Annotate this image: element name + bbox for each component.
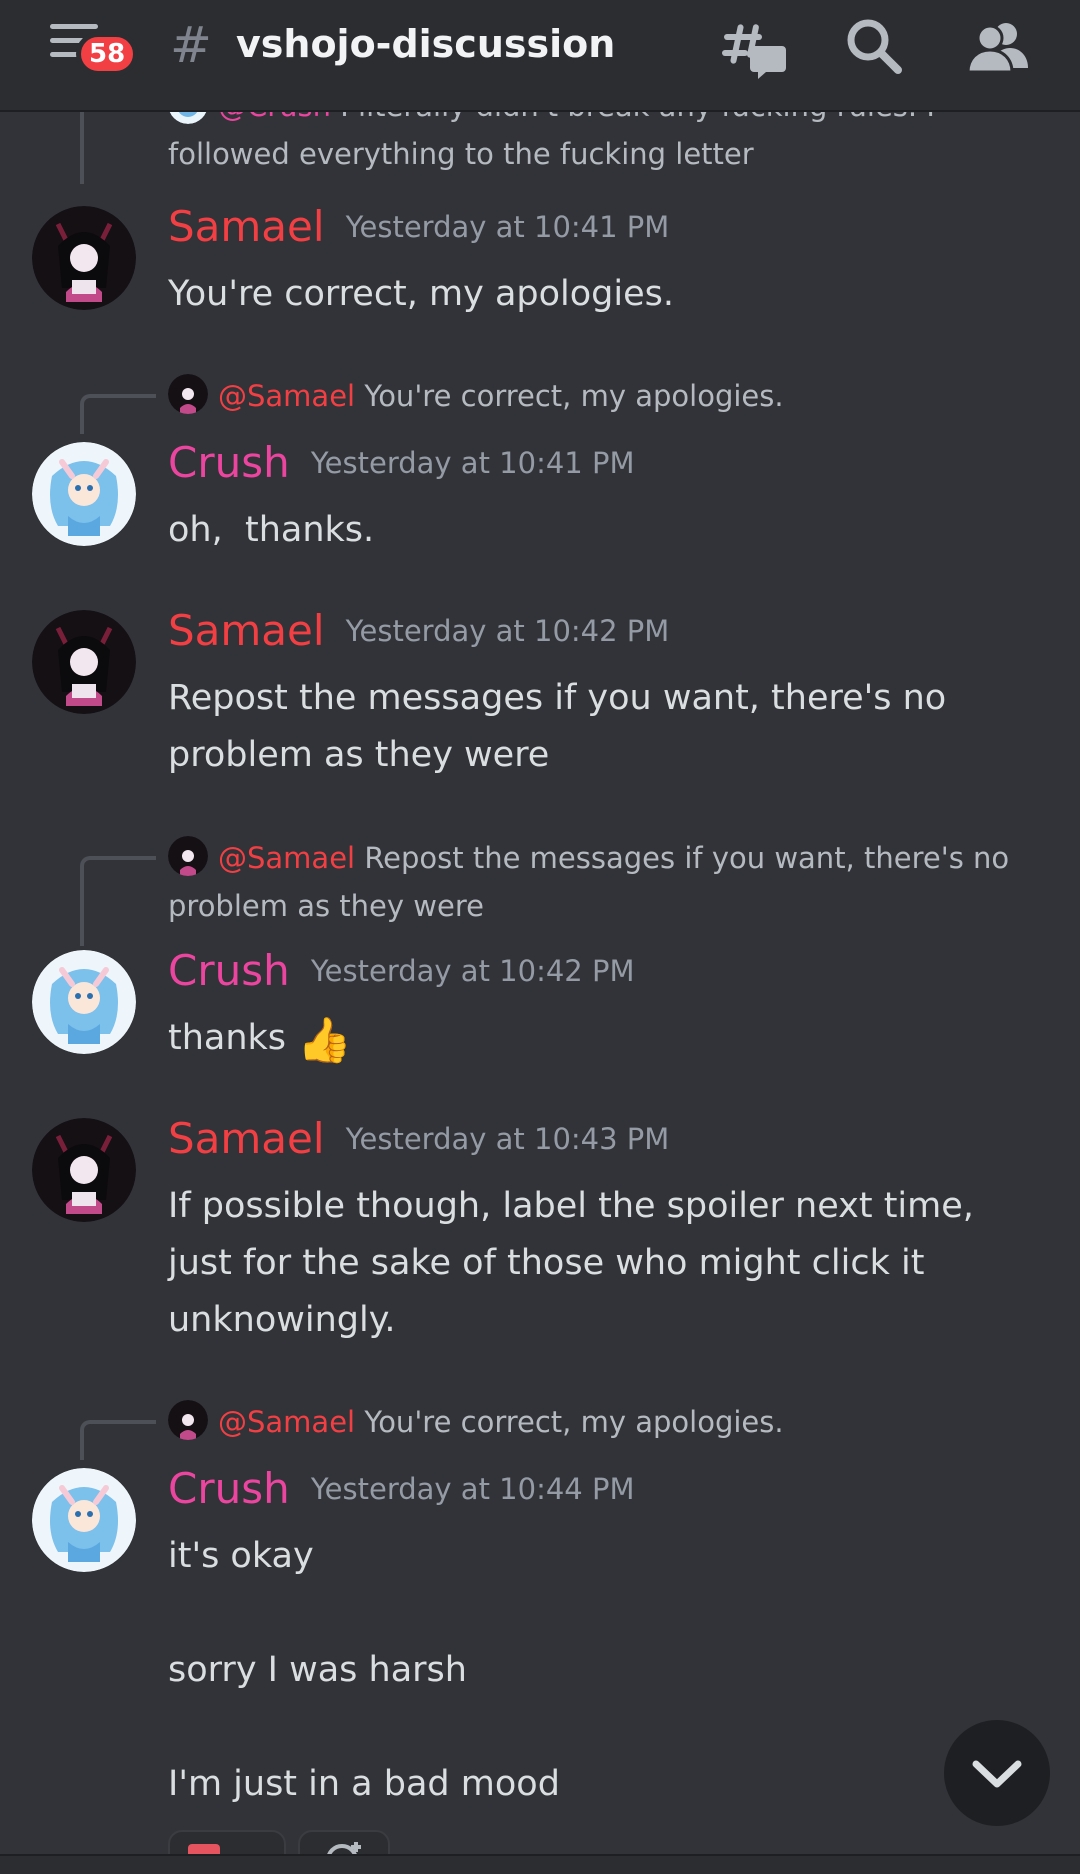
author-name[interactable]: Samael	[168, 1114, 325, 1163]
reply-spine	[80, 394, 156, 434]
samael-avatar[interactable]	[32, 206, 136, 310]
samael-avatar[interactable]	[32, 610, 136, 714]
message-text: If possible though, label the spoiler ne…	[168, 1186, 974, 1340]
reply-mention[interactable]: @Crush	[218, 112, 331, 123]
thumbs-up-emoji[interactable]: 👍	[297, 1015, 352, 1066]
reply-text: You're correct, my apologies.	[364, 1405, 784, 1439]
message-content: Repost the messages if you want, there's…	[168, 670, 1048, 784]
chevron-down-icon	[972, 1760, 1022, 1788]
message-content: oh, thanks.	[168, 502, 1048, 559]
samael-avatar[interactable]	[32, 1118, 136, 1222]
members-icon	[966, 23, 1028, 74]
threads-icon	[722, 24, 786, 79]
message-list[interactable]: @Crush I literally didn't break any fuck…	[0, 112, 1080, 1854]
reply-preview[interactable]: @Samael You're correct, my apologies.	[168, 1398, 784, 1446]
reply-spine	[80, 856, 156, 946]
samael-mini-avatar	[168, 1400, 208, 1440]
message-text-part: thanks	[168, 1018, 287, 1058]
author-name[interactable]: Crush	[168, 438, 290, 487]
reply-preview[interactable]: @Samael Repost the messages if you want,…	[168, 834, 1048, 930]
threads-button[interactable]	[716, 12, 788, 84]
author-name[interactable]: Crush	[168, 1464, 290, 1513]
message-header: Crush Yesterday at 10:41 PM	[168, 438, 634, 487]
search-icon	[847, 19, 902, 74]
crush-avatar[interactable]	[32, 1468, 136, 1572]
message-header: Crush Yesterday at 10:44 PM	[168, 1464, 634, 1513]
message-content: it's okay sorry I was harsh I'm just in …	[168, 1528, 1048, 1813]
message-text: thanks 👍	[168, 1010, 1048, 1069]
reply-text: You're correct, my apologies.	[364, 379, 784, 413]
reply-preview[interactable]: @Samael You're correct, my apologies.	[168, 372, 784, 420]
channel-header: 58 # vshojo-discussion	[0, 0, 1080, 112]
message-timestamp: Yesterday at 10:42 PM	[310, 954, 635, 988]
add-reaction-icon	[327, 1842, 361, 1854]
jump-to-present-button[interactable]	[944, 1720, 1050, 1826]
author-name[interactable]: Samael	[168, 202, 325, 251]
search-button[interactable]	[838, 12, 910, 84]
message-text: oh, thanks.	[168, 510, 375, 550]
message-timestamp: Yesterday at 10:41 PM	[310, 446, 635, 480]
unread-mentions-badge: 58	[76, 32, 139, 76]
reply-spine	[80, 112, 84, 184]
message-header: Samael Yesterday at 10:41 PM	[168, 202, 669, 251]
reply-mention[interactable]: @Samael	[218, 841, 355, 875]
message-text: sorry I was harsh	[168, 1650, 467, 1690]
message-header: Crush Yesterday at 10:42 PM	[168, 946, 634, 995]
message-timestamp: Yesterday at 10:42 PM	[345, 614, 670, 648]
channel-title[interactable]: vshojo-discussion	[236, 22, 615, 66]
samael-mini-avatar	[168, 374, 208, 414]
reply-mention[interactable]: @Samael	[218, 1405, 355, 1439]
message-text	[168, 1699, 1048, 1756]
crush-avatar[interactable]	[32, 442, 136, 546]
message-text: Repost the messages if you want, there's…	[168, 678, 947, 775]
reaction-pill[interactable]	[168, 1830, 286, 1854]
add-reaction-pill[interactable]	[298, 1830, 390, 1854]
message-content: thanks 👍	[168, 1010, 1048, 1069]
reply-mention[interactable]: @Samael	[218, 379, 355, 413]
message-timestamp: Yesterday at 10:43 PM	[345, 1122, 670, 1156]
reply-spine	[80, 1420, 156, 1460]
members-button[interactable]	[962, 12, 1034, 84]
crush-mini-avatar	[168, 112, 208, 124]
message-text: it's okay	[168, 1536, 314, 1576]
discord-channel-screen: 58 # vshojo-discussion followed everythi…	[0, 0, 1080, 1874]
message-text	[168, 1585, 1048, 1642]
message-timestamp: Yesterday at 10:44 PM	[310, 1472, 635, 1506]
message-content: If possible though, label the spoiler ne…	[168, 1178, 1048, 1349]
crush-avatar[interactable]	[32, 950, 136, 1054]
message-text: I'm just in a bad mood	[168, 1764, 560, 1804]
message-content: You're correct, my apologies.	[168, 266, 1048, 323]
bottom-edge	[0, 1854, 1080, 1874]
author-name[interactable]: Crush	[168, 946, 290, 995]
channel-hash-icon: #	[170, 16, 212, 74]
message-timestamp: Yesterday at 10:41 PM	[345, 210, 670, 244]
samael-mini-avatar	[168, 836, 208, 876]
reaction-emoji-icon	[188, 1844, 220, 1854]
author-name[interactable]: Samael	[168, 606, 325, 655]
reply-preview[interactable]: @Crush I literally didn't break any fuck…	[168, 112, 1048, 178]
message-header: Samael Yesterday at 10:42 PM	[168, 606, 669, 655]
message-text: You're correct, my apologies.	[168, 274, 675, 314]
message-header: Samael Yesterday at 10:43 PM	[168, 1114, 669, 1163]
